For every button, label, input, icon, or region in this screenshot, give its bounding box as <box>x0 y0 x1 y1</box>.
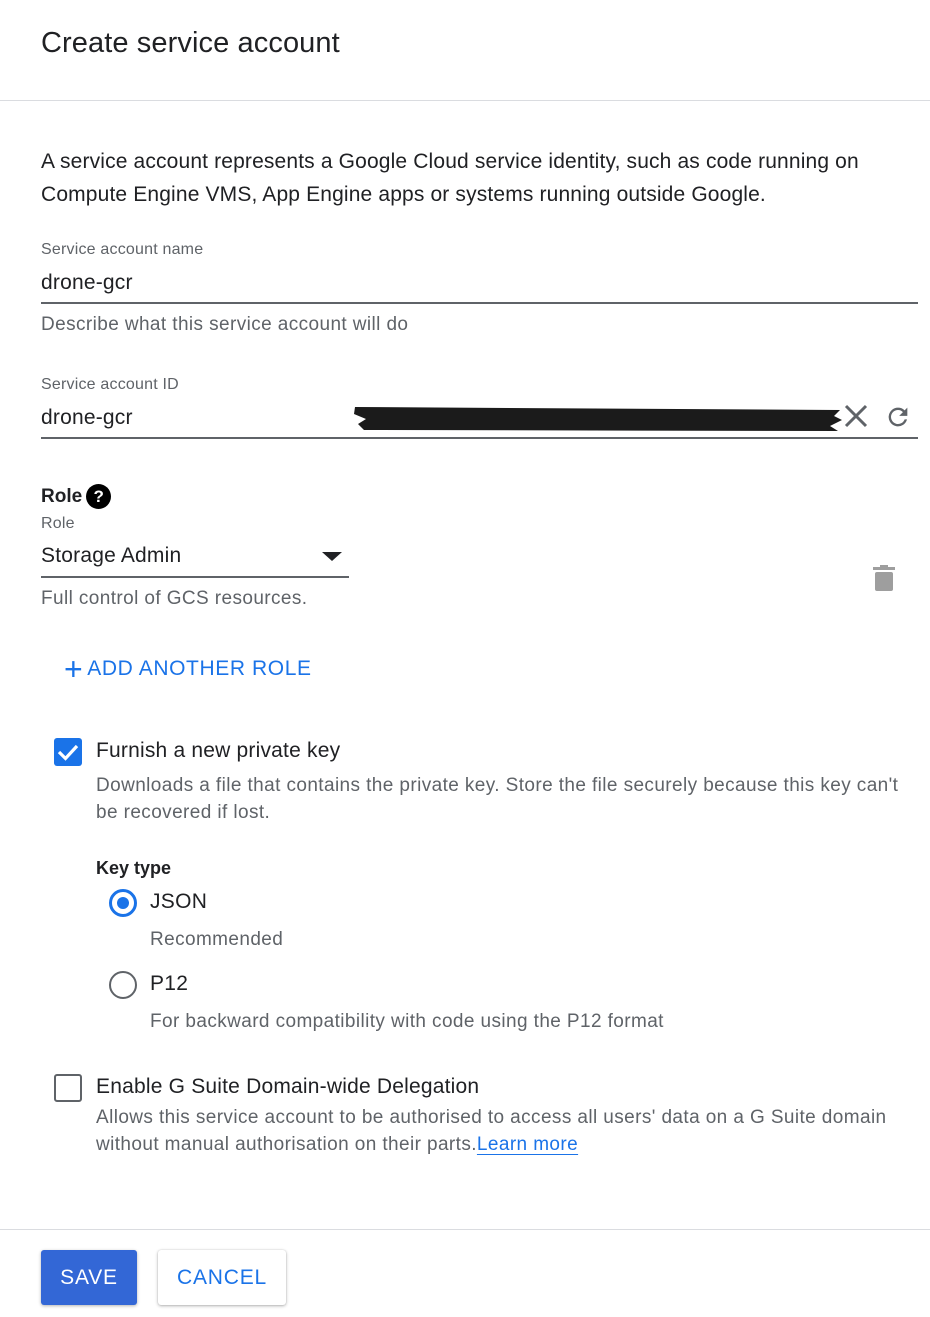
gsuite-delegation-description: Allows this service account to be author… <box>96 1104 896 1158</box>
service-account-name-input[interactable]: drone-gcr <box>41 271 133 295</box>
role-heading-text: Role <box>41 485 83 507</box>
service-account-id-underline <box>41 437 918 439</box>
key-type-p12-sub: For backward compatibility with code usi… <box>150 1011 664 1032</box>
gsuite-delegation-label[interactable]: Enable G Suite Domain-wide Delegation <box>96 1075 479 1099</box>
key-type-json-radio[interactable] <box>109 889 137 917</box>
role-select-underline <box>41 576 349 578</box>
trash-icon <box>873 565 895 591</box>
role-description: Full control of GCS resources. <box>41 588 308 609</box>
service-account-id-label: Service account ID <box>41 376 179 393</box>
check-icon <box>57 744 79 761</box>
key-type-p12-radio[interactable] <box>109 971 137 999</box>
role-heading: Role ? <box>41 484 112 509</box>
redaction-scribble <box>354 407 842 431</box>
refresh-id-button[interactable] <box>881 400 915 434</box>
service-account-name-label: Service account name <box>41 241 204 258</box>
delete-role-button[interactable] <box>866 560 902 596</box>
key-type-label: Key type <box>96 858 172 878</box>
clear-id-button[interactable] <box>840 400 872 432</box>
save-button[interactable]: SAVE <box>41 1250 137 1305</box>
key-type-json-label[interactable]: JSON <box>150 890 207 914</box>
furnish-private-key-checkbox[interactable] <box>54 738 82 766</box>
cancel-button[interactable]: CANCEL <box>158 1250 286 1305</box>
key-type-p12-label[interactable]: P12 <box>150 972 188 996</box>
plus-icon: + <box>64 651 84 687</box>
service-account-name-hint: Describe what this service account will … <box>41 314 409 335</box>
header-divider <box>0 100 930 101</box>
key-type-json-sub: Recommended <box>150 929 284 950</box>
help-icon[interactable]: ? <box>86 484 112 509</box>
furnish-private-key-label[interactable]: Furnish a new private key <box>96 739 340 763</box>
footer-divider <box>0 1229 930 1230</box>
add-another-role-label: ADD ANOTHER ROLE <box>87 657 312 680</box>
furnish-private-key-description: Downloads a file that contains the priva… <box>96 775 899 823</box>
service-account-name-underline <box>41 302 918 304</box>
role-select-label: Role <box>41 515 75 532</box>
gsuite-delegation-checkbox[interactable] <box>54 1074 82 1102</box>
learn-more-link[interactable]: Learn more <box>477 1134 578 1155</box>
close-icon <box>844 404 868 428</box>
service-account-id-input[interactable]: drone-gcr <box>41 406 133 430</box>
chevron-down-icon[interactable] <box>322 552 342 561</box>
refresh-icon <box>888 407 908 427</box>
intro-text: A service account represents a Google Cl… <box>41 150 859 206</box>
role-select[interactable]: Storage Admin <box>41 544 181 568</box>
add-another-role-button[interactable]: + ADD ANOTHER ROLE <box>64 651 312 687</box>
dialog-title: Create service account <box>41 27 340 59</box>
